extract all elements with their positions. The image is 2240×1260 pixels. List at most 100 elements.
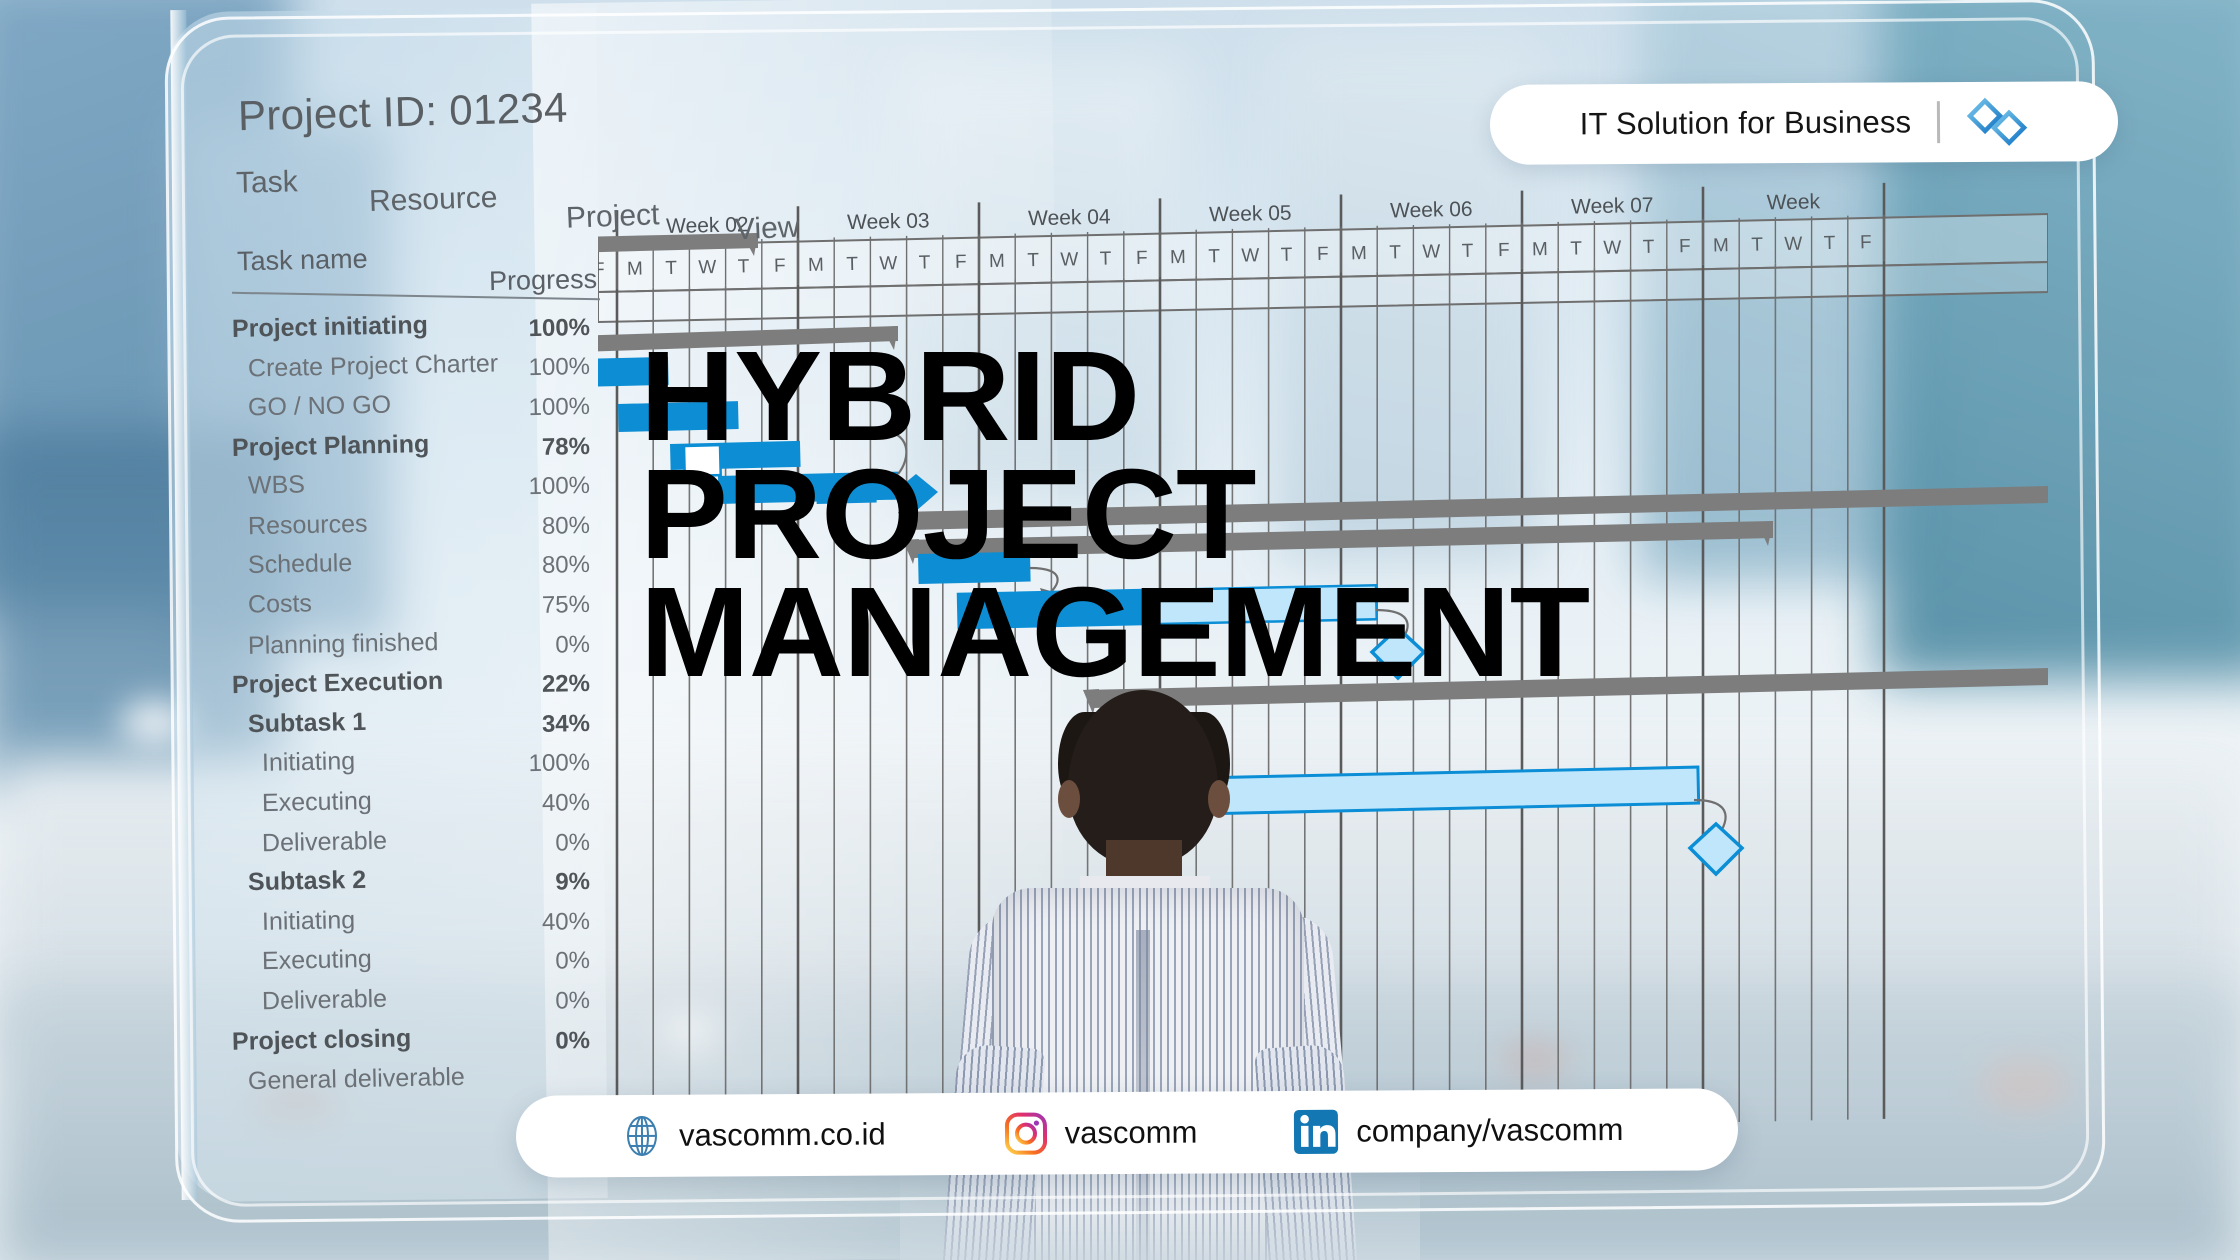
task-row-name[interactable]: Deliverable — [262, 985, 388, 1017]
task-row-name[interactable]: Executing — [262, 945, 372, 976]
task-row-name[interactable]: Project initiating — [232, 311, 428, 344]
brand-badge: IT Solution for Business — [1489, 81, 2119, 165]
tab-project[interactable]: Project — [565, 198, 660, 236]
poster-title-line-3: MANAGEMENT — [640, 560, 1590, 704]
poster-title-line-2: PROJECT — [640, 442, 1257, 586]
brand-divider — [1937, 101, 1941, 144]
gantt-week-label: Week 05 — [1209, 202, 1292, 227]
gantt-day-label: T — [738, 256, 750, 277]
task-row-name[interactable]: General deliverable — [248, 1063, 465, 1096]
gantt-day-label: F — [1860, 232, 1872, 253]
task-row-name[interactable]: Create Project Charter — [248, 350, 499, 384]
gantt-week-label: Week 04 — [1028, 205, 1111, 230]
task-row-name[interactable]: Schedule — [248, 549, 353, 580]
gantt-day-label: T — [1824, 233, 1836, 254]
gantt-day-label: T — [1100, 248, 1112, 269]
poster-canvas: Week 01Week 02Week 03Week 04Week 05Week … — [0, 0, 2240, 1260]
gantt-day-label: M — [1170, 247, 1186, 268]
task-row-name[interactable]: Project closing — [232, 1024, 412, 1057]
gantt-day-label: W — [879, 253, 897, 274]
gantt-day-label: T — [1643, 237, 1655, 258]
gantt-day-label: W — [1603, 238, 1621, 259]
footer-item-instagram[interactable]: vascomm — [1004, 1111, 1198, 1156]
gantt-milestone — [1687, 821, 1745, 877]
task-row-name[interactable]: Deliverable — [262, 826, 388, 858]
task-row-name[interactable]: Resources — [248, 510, 368, 541]
footer-item-website[interactable]: vascomm.co.id — [622, 1112, 886, 1158]
task-row-progress: 78% — [541, 432, 591, 461]
task-row-progress: 0% — [555, 947, 591, 975]
task-row-name[interactable]: Planning finished — [248, 628, 439, 661]
task-row-progress: 0% — [555, 1026, 591, 1055]
gantt-day-label: W — [1060, 249, 1078, 270]
gantt-day-label: W — [1241, 245, 1259, 266]
gantt-day-label: M — [989, 251, 1005, 272]
task-row-name[interactable]: GO / NO GO — [248, 391, 392, 423]
task-row-name[interactable]: WBS — [248, 471, 306, 501]
gantt-day-label: M — [1532, 239, 1548, 260]
gantt-week-label: Week 03 — [847, 209, 930, 234]
foreground-haze — [900, 1160, 1420, 1260]
vascomm-diamond-logo-icon — [1966, 97, 2028, 147]
gantt-day-label: F — [1136, 248, 1148, 269]
gantt-day-label: T — [1027, 250, 1039, 271]
task-row-name[interactable]: Subtask 2 — [248, 866, 367, 897]
gantt-day-label: W — [698, 257, 716, 278]
task-row-progress: 34% — [541, 709, 591, 738]
task-row-name[interactable]: Project Execution — [232, 667, 444, 700]
gantt-day-label: F — [774, 255, 786, 276]
tab-task[interactable]: Task — [236, 165, 298, 200]
task-row-progress: 22% — [541, 670, 591, 699]
gantt-day-label: M — [1351, 243, 1367, 264]
gantt-day-label: T — [1281, 245, 1293, 266]
gantt-day-label: T — [1462, 241, 1474, 262]
task-row-progress: 100% — [528, 353, 591, 382]
gantt-day-label: F — [1679, 236, 1691, 257]
gantt-day-label: F — [1498, 240, 1510, 261]
task-row-progress: 9% — [555, 868, 591, 896]
gantt-day-label: F — [1317, 244, 1329, 265]
task-row-progress: 40% — [541, 788, 591, 817]
gantt-day-label: M — [808, 255, 824, 276]
task-row-progress: 100% — [528, 472, 591, 501]
instagram-icon — [1004, 1111, 1048, 1155]
footer-item-linkedin[interactable]: company/vascomm — [1293, 1107, 1624, 1155]
task-row-progress: 80% — [541, 551, 591, 580]
footer-linkedin-label: company/vascomm — [1356, 1111, 1624, 1149]
poster-title-line-1: HYBRID — [640, 325, 1140, 468]
tab-resource[interactable]: Resource — [368, 181, 497, 219]
gantt-week-label: Week — [1766, 190, 1820, 214]
task-table: Project ID: 01234 Task Resource Project … — [0, 0, 800, 1260]
gantt-day-label: F — [955, 252, 967, 273]
brand-tagline: IT Solution for Business — [1579, 104, 1912, 142]
task-row-progress: 100% — [528, 313, 591, 342]
gantt-week-label: Week 07 — [1571, 194, 1654, 219]
task-row-name[interactable]: Project Planning — [232, 430, 430, 463]
task-row-progress: 75% — [541, 590, 591, 619]
task-row-progress: 80% — [541, 511, 591, 540]
task-row-progress: 0% — [555, 986, 591, 1015]
gantt-day-label: T — [919, 252, 931, 273]
poster-title: HYBRID PROJECT MANAGEMENT — [640, 325, 1876, 704]
linkedin-icon — [1293, 1109, 1339, 1155]
column-header-task-name: Task name — [236, 243, 368, 277]
task-row-progress: 100% — [528, 392, 591, 422]
task-row-progress: 100% — [528, 749, 591, 778]
task-row-name[interactable]: Initiating — [262, 906, 356, 937]
task-row-progress: 0% — [555, 828, 591, 857]
task-row-name[interactable]: Subtask 1 — [248, 708, 367, 739]
task-row-progress: 40% — [541, 907, 591, 936]
footer-contact-bar: vascomm.co.id vascomm company/vascomm — [515, 1088, 1739, 1178]
gantt-day-label: T — [846, 254, 858, 275]
gantt-day-label: W — [1784, 234, 1802, 255]
task-row-name[interactable]: Executing — [262, 787, 372, 818]
task-row-name[interactable]: Costs — [248, 589, 312, 619]
gantt-day-label: T — [1570, 238, 1582, 259]
column-header-progress: Progress — [488, 263, 598, 297]
task-row-name[interactable]: Initiating — [262, 747, 356, 778]
tab-view[interactable]: View — [734, 211, 800, 248]
gantt-week-label: Week 06 — [1390, 198, 1473, 223]
gantt-day-label: T — [665, 258, 677, 279]
globe-icon — [622, 1114, 662, 1158]
footer-instagram-label: vascomm — [1064, 1114, 1198, 1151]
